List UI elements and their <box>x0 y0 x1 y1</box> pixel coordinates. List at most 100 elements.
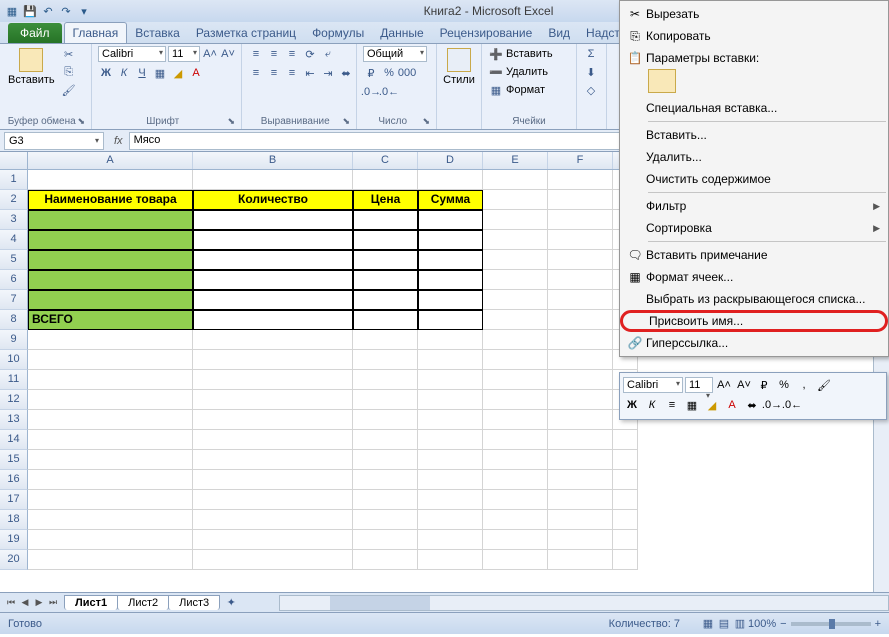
font-launcher-icon[interactable]: ⬊ <box>227 116 235 127</box>
cell[interactable] <box>353 210 418 230</box>
cell[interactable] <box>28 530 193 550</box>
sheet-nav-last-icon[interactable]: ⏭ <box>46 597 60 608</box>
styles-button[interactable]: Стили <box>443 46 475 88</box>
tab-view[interactable]: Вид <box>540 23 578 43</box>
cell[interactable] <box>353 330 418 350</box>
cell[interactable] <box>193 330 353 350</box>
align-left-icon[interactable]: ≡ <box>248 65 264 81</box>
cell[interactable] <box>483 330 548 350</box>
cell[interactable] <box>418 530 483 550</box>
cell[interactable] <box>418 290 483 310</box>
cell[interactable] <box>353 290 418 310</box>
mini-size-dropdown[interactable]: 11 <box>685 377 713 393</box>
mini-dec-decimal-icon[interactable]: .0← <box>783 396 801 414</box>
cell[interactable] <box>483 170 548 190</box>
cell[interactable] <box>353 270 418 290</box>
cell[interactable] <box>193 290 353 310</box>
row-header[interactable]: 9 <box>0 330 28 350</box>
cells-insert-button[interactable]: ➕Вставить <box>488 46 553 62</box>
cell[interactable] <box>548 490 613 510</box>
align-top-icon[interactable]: ≡ <box>248 46 264 62</box>
cell[interactable] <box>193 270 353 290</box>
cell[interactable] <box>418 510 483 530</box>
cell[interactable] <box>28 250 193 270</box>
cell[interactable] <box>418 310 483 330</box>
menu-filter[interactable]: Фильтр▶ <box>620 195 888 217</box>
cell[interactable] <box>548 310 613 330</box>
copy-icon[interactable]: ⎘ <box>61 64 77 80</box>
align-center-icon[interactable]: ≡ <box>266 65 282 81</box>
menu-insert[interactable]: Вставить... <box>620 124 888 146</box>
comma-icon[interactable]: 000 <box>399 65 415 81</box>
mini-border-icon[interactable]: ▦ <box>683 396 701 414</box>
cell[interactable] <box>483 370 548 390</box>
cell[interactable] <box>548 530 613 550</box>
select-all-corner[interactable] <box>0 152 28 169</box>
row-header[interactable]: 1 <box>0 170 28 190</box>
cell[interactable] <box>548 430 613 450</box>
cell[interactable] <box>613 550 638 570</box>
cell[interactable] <box>548 390 613 410</box>
horizontal-scrollbar[interactable] <box>279 595 889 611</box>
qat-more-icon[interactable]: ▾ <box>76 3 92 19</box>
cell[interactable] <box>418 230 483 250</box>
cell[interactable] <box>193 390 353 410</box>
cell[interactable] <box>193 350 353 370</box>
cell[interactable] <box>193 230 353 250</box>
cell[interactable] <box>353 230 418 250</box>
cell[interactable] <box>193 170 353 190</box>
cell[interactable] <box>353 370 418 390</box>
cell[interactable] <box>483 530 548 550</box>
mini-merge-icon[interactable]: ⬌ <box>743 396 761 414</box>
decrease-font-icon[interactable]: A˅ <box>220 46 236 62</box>
row-header[interactable]: 18 <box>0 510 28 530</box>
row-header[interactable]: 10 <box>0 350 28 370</box>
cell[interactable] <box>28 550 193 570</box>
cut-icon[interactable]: ✂ <box>61 46 77 62</box>
cell[interactable]: Цена <box>353 190 418 210</box>
cell[interactable]: Количество <box>193 190 353 210</box>
paste-option-button[interactable] <box>648 69 676 93</box>
cell[interactable] <box>613 530 638 550</box>
cell[interactable] <box>548 350 613 370</box>
menu-copy[interactable]: ⎘Копировать <box>620 25 888 47</box>
mini-font-color-icon[interactable]: A <box>723 396 741 414</box>
cell[interactable] <box>613 470 638 490</box>
cell[interactable] <box>353 170 418 190</box>
sheet-tab-1[interactable]: Лист1 <box>64 595 118 610</box>
menu-paste-special[interactable]: Специальная вставка... <box>620 97 888 119</box>
row-header[interactable]: 2 <box>0 190 28 210</box>
cell[interactable] <box>548 170 613 190</box>
cell[interactable] <box>418 450 483 470</box>
cell[interactable] <box>483 250 548 270</box>
cell[interactable] <box>353 470 418 490</box>
zoom-in-icon[interactable]: + <box>875 618 881 630</box>
cell[interactable] <box>353 510 418 530</box>
fill-icon[interactable]: ⬇ <box>583 64 599 80</box>
row-header[interactable]: 14 <box>0 430 28 450</box>
row-header[interactable]: 17 <box>0 490 28 510</box>
cell[interactable] <box>28 230 193 250</box>
cell[interactable] <box>548 190 613 210</box>
cell[interactable] <box>193 370 353 390</box>
cell[interactable] <box>28 330 193 350</box>
col-header-c[interactable]: C <box>353 152 418 169</box>
mini-italic-icon[interactable]: К <box>643 396 661 414</box>
menu-define-name[interactable]: Присвоить имя... <box>620 310 888 332</box>
menu-pick-from-list[interactable]: Выбрать из раскрывающегося списка... <box>620 288 888 310</box>
mini-inc-decimal-icon[interactable]: .0→ <box>763 396 781 414</box>
cell[interactable]: Сумма <box>418 190 483 210</box>
undo-icon[interactable]: ↶ <box>40 3 56 19</box>
col-header-b[interactable]: B <box>193 152 353 169</box>
tab-page-layout[interactable]: Разметка страниц <box>188 23 304 43</box>
cell[interactable] <box>353 250 418 270</box>
cell[interactable] <box>193 410 353 430</box>
cell[interactable] <box>548 470 613 490</box>
cell[interactable] <box>418 550 483 570</box>
row-header[interactable]: 6 <box>0 270 28 290</box>
view-normal-icon[interactable]: ▦ <box>700 616 716 632</box>
cell[interactable] <box>193 210 353 230</box>
cell[interactable] <box>418 270 483 290</box>
cell[interactable] <box>353 390 418 410</box>
cell[interactable] <box>483 290 548 310</box>
